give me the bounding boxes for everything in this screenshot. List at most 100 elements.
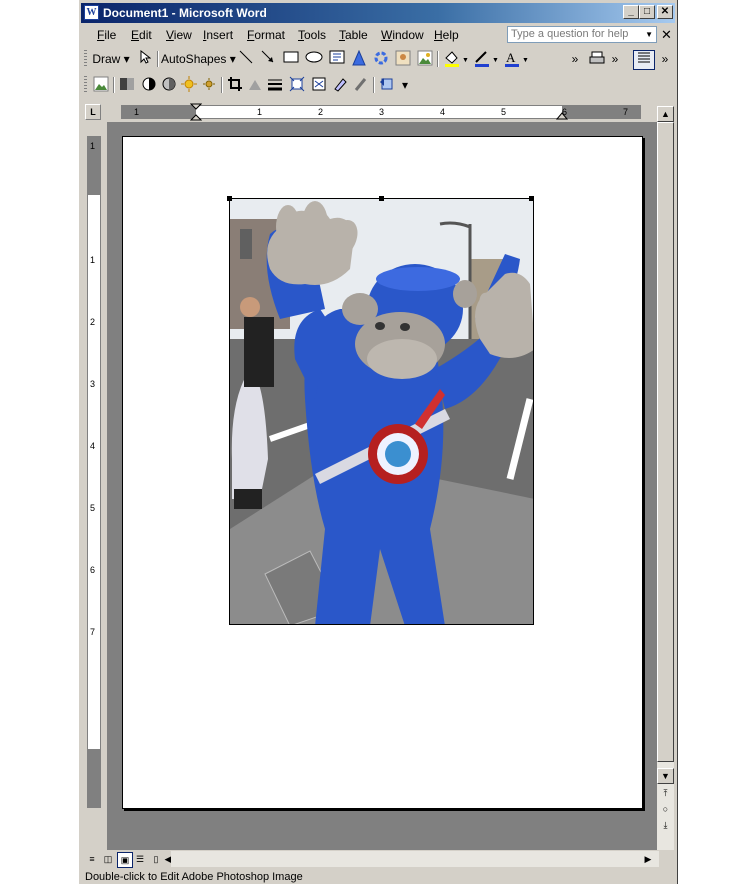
chevron-down-icon[interactable]: ▼ <box>645 27 653 42</box>
picture-toolbar: ▾ <box>81 73 675 97</box>
menu-format[interactable]: Format <box>247 28 285 42</box>
print-icon[interactable] <box>589 50 605 68</box>
less-brightness-icon[interactable] <box>201 76 217 94</box>
scroll-up-icon[interactable]: ▲ <box>657 106 674 122</box>
document-page[interactable] <box>122 136 643 809</box>
menu-table[interactable]: Table <box>339 28 368 42</box>
status-bar-message: Double-click to Edit Adobe Photoshop Ima… <box>85 871 303 883</box>
close-button[interactable]: ✕ <box>657 5 673 19</box>
more-contrast-icon[interactable] <box>141 76 157 94</box>
ruler-tick: 5 <box>501 107 507 117</box>
next-page-icon[interactable]: ⤓ <box>657 818 674 834</box>
line-color-icon[interactable]: ▼ <box>473 50 499 68</box>
font-color-icon[interactable]: A ▼ <box>503 50 529 68</box>
resize-handle[interactable] <box>529 196 534 201</box>
ruler-tick: 7 <box>623 107 629 117</box>
clip-art-icon[interactable] <box>395 50 411 68</box>
ruler-tick: 4 <box>440 107 446 117</box>
tab-selector[interactable]: L <box>85 104 101 120</box>
insert-picture-icon[interactable] <box>417 50 433 68</box>
right-indent-marker[interactable] <box>556 110 568 120</box>
horizontal-scrollbar[interactable] <box>171 851 659 867</box>
wordart-icon[interactable] <box>351 49 367 68</box>
toolbar-options-icon[interactable]: ▾ <box>399 76 411 94</box>
ruler-tick: 5 <box>90 503 96 513</box>
text-wrapping-icon[interactable] <box>311 76 327 94</box>
help-search-input[interactable]: Type a question for help ▼ <box>507 26 657 43</box>
rectangle-icon[interactable] <box>282 50 300 68</box>
document-workspace[interactable] <box>107 122 657 850</box>
text-box-icon[interactable] <box>329 50 345 68</box>
ruler-tick: 1 <box>134 107 140 117</box>
fill-color-icon[interactable]: ▼ <box>443 50 469 68</box>
scroll-thumb[interactable] <box>657 122 674 762</box>
toolbar-separator <box>437 51 439 67</box>
reset-picture-icon[interactable] <box>379 76 395 94</box>
ruler-tick: 1 <box>90 141 96 151</box>
scroll-right-icon[interactable]: ▶ <box>641 852 655 866</box>
ruler-margin-right <box>562 106 640 118</box>
horizontal-ruler-row: L 1 1 2 3 4 5 6 7 <box>81 103 675 121</box>
word-app-icon[interactable]: W <box>84 5 99 20</box>
arrow-icon[interactable] <box>260 50 276 68</box>
more-brightness-icon[interactable] <box>181 76 197 94</box>
normal-view-icon[interactable]: ≡ <box>85 852 99 866</box>
svg-text:▼: ▼ <box>462 57 469 64</box>
web-layout-view-icon[interactable]: ◫ <box>101 852 115 866</box>
toolbar-options-icon[interactable]: » <box>569 50 581 68</box>
menu-help[interactable]: Help <box>434 28 459 42</box>
compress-pictures-icon[interactable] <box>289 76 305 94</box>
svg-text:A: A <box>506 50 516 65</box>
ruler-tick: 1 <box>90 255 96 265</box>
mascot-photo[interactable] <box>229 198 534 625</box>
ruler-margin-bottom <box>88 749 100 807</box>
close-document-button[interactable]: ✕ <box>661 27 672 43</box>
menu-tools[interactable]: Tools <box>298 28 326 42</box>
toolbar-grip[interactable] <box>84 76 87 94</box>
vertical-scrollbar[interactable]: ▲ ▼ ⤒ ○ ⤓ <box>657 106 674 850</box>
menu-view[interactable]: View <box>166 28 192 42</box>
format-picture-icon[interactable] <box>333 76 349 94</box>
oval-icon[interactable] <box>305 50 323 68</box>
toolbar-options-icon[interactable]: » <box>609 50 621 68</box>
menu-window[interactable]: Window <box>381 28 424 42</box>
scroll-down-icon[interactable]: ▼ <box>657 768 674 784</box>
line-icon[interactable] <box>238 50 254 68</box>
select-browse-object-icon[interactable]: ○ <box>657 802 674 818</box>
resize-handle[interactable] <box>379 196 384 201</box>
print-layout-view-icon[interactable]: ▣ <box>117 852 133 868</box>
ruler-tick: 2 <box>90 317 96 327</box>
menu-file[interactable]: File <box>97 28 116 42</box>
color-icon[interactable] <box>119 76 135 94</box>
draw-menu-button[interactable]: Draw ▾ <box>91 50 131 68</box>
window-title: Document1 - Microsoft Word <box>103 6 267 20</box>
select-objects-icon[interactable] <box>137 49 153 68</box>
ruler-tick: 7 <box>90 627 96 637</box>
crop-icon[interactable] <box>227 76 243 94</box>
toolbar-options-icon[interactable]: » <box>659 50 671 68</box>
toolbar-separator <box>157 51 159 67</box>
autoshapes-menu-button[interactable]: AutoShapes ▾ <box>161 50 236 68</box>
drawing-toolbar: Draw ▾ AutoShapes ▾ ▼ ▼ A ▼ » » » <box>81 47 675 71</box>
maximize-button[interactable]: □ <box>639 5 655 19</box>
minimize-button[interactable]: _ <box>623 5 639 19</box>
set-transparent-color-icon[interactable] <box>353 76 369 94</box>
ruler-tick: 1 <box>257 107 263 117</box>
word-window: W Document1 - Microsoft Word _ □ ✕ File … <box>78 0 678 884</box>
previous-page-icon[interactable]: ⤒ <box>657 786 674 802</box>
menu-edit[interactable]: Edit <box>131 28 152 42</box>
insert-picture-icon[interactable] <box>93 76 109 94</box>
menu-insert[interactable]: Insert <box>203 28 233 42</box>
horizontal-ruler[interactable]: 1 1 2 3 4 5 6 7 <box>121 103 641 121</box>
rotate-left-icon[interactable] <box>247 76 263 94</box>
resize-handle[interactable] <box>227 196 232 201</box>
less-contrast-icon[interactable] <box>161 76 177 94</box>
outline-view-icon[interactable]: ☰ <box>133 852 147 866</box>
line-style-icon[interactable] <box>267 76 283 94</box>
diagram-icon[interactable] <box>373 50 389 68</box>
toolbar-grip[interactable] <box>84 50 87 68</box>
align-justify-icon[interactable] <box>633 50 655 70</box>
title-bar[interactable]: W Document1 - Microsoft Word _ □ ✕ <box>81 3 675 23</box>
indent-marker[interactable] <box>190 103 202 121</box>
vertical-ruler[interactable]: 1 1 2 3 4 5 6 7 <box>87 136 101 808</box>
